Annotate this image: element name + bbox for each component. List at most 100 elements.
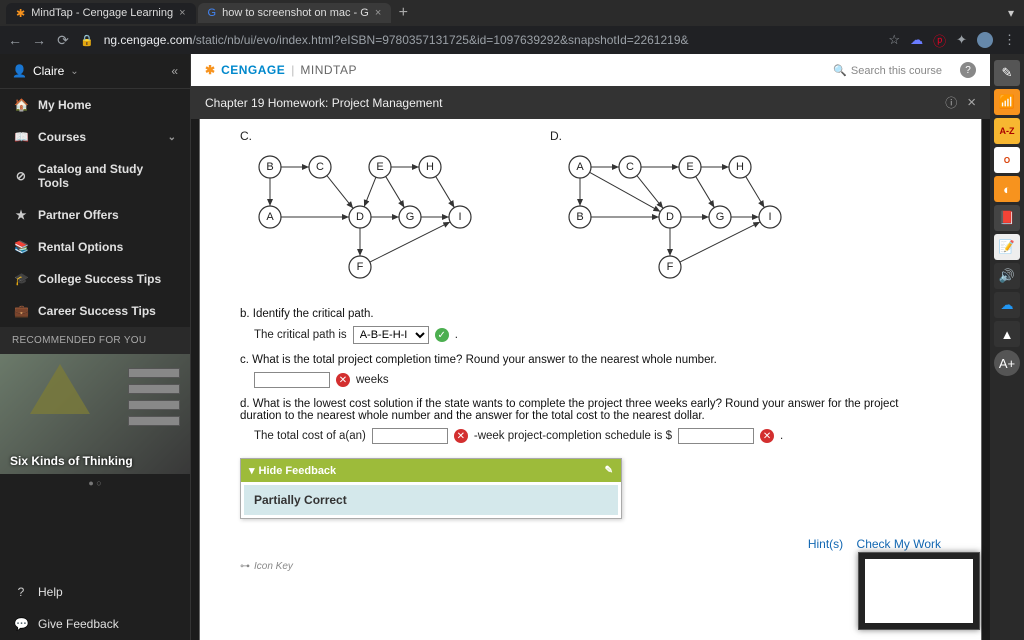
close-icon[interactable]: ×: [375, 7, 381, 19]
back-button[interactable]: ←: [8, 32, 22, 48]
highlighter-tool[interactable]: ✎: [994, 60, 1020, 86]
cloud-tool[interactable]: ☁: [994, 292, 1020, 318]
minimize-icon[interactable]: ▾: [1008, 6, 1014, 20]
brand-mindtap: MINDTAP: [300, 63, 357, 77]
diagram-d-label: D.: [550, 129, 800, 143]
right-toolbar: ✎ 📶 A-Z O ◐ 📕 📝 🔊 ☁ ▲ A+: [990, 54, 1024, 640]
recommended-header: RECOMMENDED FOR YOU: [0, 327, 190, 354]
pinterest-icon[interactable]: ⓟ: [933, 31, 946, 50]
reload-button[interactable]: ⟳: [56, 32, 70, 49]
drive-tool[interactable]: ▲: [994, 321, 1020, 347]
forward-button[interactable]: →: [32, 32, 46, 48]
sidebar-item-career[interactable]: 💼Career Success Tips: [0, 295, 190, 327]
recommended-card[interactable]: Six Kinds of Thinking: [0, 354, 190, 474]
svg-text:H: H: [736, 161, 744, 173]
edit-icon[interactable]: ✎: [605, 465, 613, 476]
notes-tool[interactable]: 📝: [994, 234, 1020, 260]
sidebar-item-rental[interactable]: 📚Rental Options: [0, 231, 190, 263]
svg-text:D: D: [666, 211, 674, 223]
close-icon[interactable]: ×: [179, 7, 185, 19]
sidebar-item-courses[interactable]: 📖Courses⌄: [0, 121, 190, 153]
catalog-icon: ⊘: [14, 169, 28, 183]
brand-bar: ✱ CENGAGE | MINDTAP 🔍Search this course …: [191, 54, 990, 86]
svg-text:C: C: [626, 161, 634, 173]
close-icon[interactable]: ×: [967, 94, 976, 111]
footer-links: Hint(s) Check My Work: [240, 537, 941, 551]
grade-tool[interactable]: A+: [994, 350, 1020, 376]
answer-d-row: The total cost of a(an) ✕ -week project-…: [254, 428, 941, 444]
sidebar-help[interactable]: ?Help: [0, 576, 190, 608]
star-icon: ★: [14, 208, 28, 222]
sidebar-item-home[interactable]: 🏠My Home: [0, 89, 190, 121]
info-icon[interactable]: ⓘ: [945, 94, 957, 111]
audio-tool[interactable]: 🔊: [994, 263, 1020, 289]
left-sidebar: 👤 Claire ⌄ « 🏠My Home 📖Courses⌄ ⊘Catalog…: [0, 54, 191, 640]
svg-text:B: B: [576, 211, 583, 223]
answer-d-pre: The total cost of a(an): [254, 430, 366, 442]
user-menu[interactable]: 👤 Claire ⌄ «: [0, 54, 190, 89]
answer-c-row: ✕ weeks: [254, 372, 941, 388]
answer-b-row: The critical path is A-B-E-H-IA-C-D-F-IB…: [254, 326, 941, 344]
svg-text:E: E: [686, 161, 693, 173]
feedback-icon: 💬: [14, 617, 28, 631]
incorrect-icon: ✕: [760, 429, 774, 443]
svg-text:G: G: [406, 211, 415, 223]
carousel-dots[interactable]: ● ○: [0, 474, 190, 492]
address-bar[interactable]: ng.cengage.com/static/nb/ui/evo/index.ht…: [104, 33, 879, 47]
duration-input[interactable]: [372, 428, 448, 444]
help-icon: ?: [14, 585, 28, 599]
hints-link[interactable]: Hint(s): [808, 537, 843, 551]
feedback-box: ▾Hide Feedback✎ Partially Correct: [240, 458, 622, 519]
book-icon: 📖: [14, 130, 28, 144]
chapter-bar: Chapter 19 Homework: Project Management …: [191, 86, 990, 119]
svg-text:I: I: [458, 211, 461, 223]
svg-text:D: D: [356, 211, 364, 223]
sidebar-item-college[interactable]: 🎓College Success Tips: [0, 263, 190, 295]
chapter-title: Chapter 19 Homework: Project Management: [205, 96, 442, 110]
key-icon: ⊶: [240, 561, 250, 572]
feedback-toggle[interactable]: ▾Hide Feedback✎: [241, 459, 621, 482]
rss-tool[interactable]: 📶: [994, 89, 1020, 115]
svg-text:A: A: [266, 211, 274, 223]
orange-tool[interactable]: ◐: [994, 176, 1020, 202]
page-thumbnail[interactable]: [858, 552, 980, 630]
extension-icon[interactable]: ☁: [910, 32, 923, 48]
total-cost-input[interactable]: [678, 428, 754, 444]
briefcase-icon: 💼: [14, 304, 28, 318]
user-icon: 👤: [12, 64, 27, 78]
rental-icon: 📚: [14, 240, 28, 254]
check-work-link[interactable]: Check My Work: [857, 537, 941, 551]
chevron-down-icon: ⌄: [168, 132, 176, 143]
feedback-status: Partially Correct: [241, 482, 621, 518]
office-tool[interactable]: O: [994, 147, 1020, 173]
profile-avatar[interactable]: [977, 32, 993, 48]
star-icon[interactable]: ☆: [888, 32, 900, 48]
svg-text:I: I: [768, 211, 771, 223]
lock-icon: 🔒: [80, 34, 94, 47]
icon-key[interactable]: ⊶Icon Key: [240, 561, 941, 572]
help-button[interactable]: ?: [960, 62, 976, 78]
browser-tab-2[interactable]: G how to screenshot on mac - G ×: [198, 3, 392, 23]
home-icon: 🏠: [14, 98, 28, 112]
book-tool[interactable]: 📕: [994, 205, 1020, 231]
browser-tab-1[interactable]: ✱ MindTap - Cengage Learning ×: [6, 3, 196, 24]
sidebar-feedback[interactable]: 💬Give Feedback: [0, 608, 190, 640]
chevron-down-icon: ⌄: [70, 66, 78, 77]
svg-text:H: H: [426, 161, 434, 173]
sidebar-item-catalog[interactable]: ⊘Catalog and Study Tools: [0, 153, 190, 199]
glossary-tool[interactable]: A-Z: [994, 118, 1020, 144]
completion-time-input[interactable]: [254, 372, 330, 388]
extensions-icon[interactable]: ✦: [956, 32, 967, 48]
browser-tabs: ✱ MindTap - Cengage Learning × G how to …: [0, 0, 1024, 26]
svg-text:C: C: [316, 161, 324, 173]
new-tab-button[interactable]: +: [393, 4, 413, 22]
diagram-c: C. BCEHADGIF: [240, 129, 490, 290]
brand-cengage: CENGAGE: [221, 63, 285, 77]
collapse-sidebar-button[interactable]: «: [171, 64, 178, 78]
critical-path-select[interactable]: A-B-E-H-IA-C-D-F-IB-C-D-G-I: [353, 326, 429, 344]
incorrect-icon: ✕: [336, 373, 350, 387]
search-course[interactable]: 🔍Search this course: [833, 64, 942, 77]
menu-icon[interactable]: ⋮: [1003, 32, 1016, 48]
sidebar-item-partner[interactable]: ★Partner Offers: [0, 199, 190, 231]
unit-label: weeks: [356, 374, 389, 386]
